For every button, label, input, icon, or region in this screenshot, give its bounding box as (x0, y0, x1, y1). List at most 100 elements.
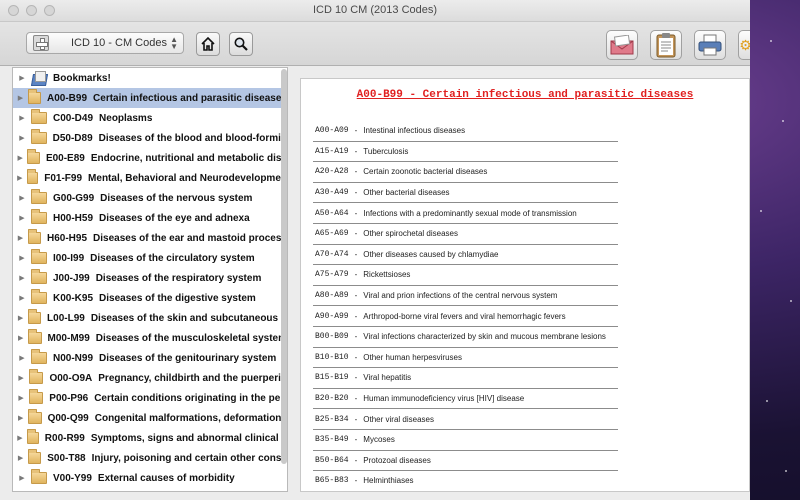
code-set-selector[interactable]: ICD 10 - CM Codes ▲ ▼ (26, 32, 184, 54)
sidebar-item[interactable]: ▶ N00-N99 Diseases of the genitourinary sy… (13, 348, 287, 368)
clipboard-button[interactable] (650, 30, 682, 60)
block-entry[interactable]: B35-B49- Mycoses (313, 430, 618, 451)
disclosure-triangle-icon[interactable]: ▶ (15, 414, 26, 422)
home-button[interactable] (196, 32, 220, 56)
block-entry[interactable]: B10-B10- Other human herpesviruses (313, 348, 618, 369)
block-entry[interactable]: A90-A99- Arthropod-borne viral fevers and… (313, 306, 618, 327)
block-entry[interactable]: B65-B83- Helminthiases (313, 471, 618, 491)
disclosure-triangle-icon[interactable]: ▶ (15, 214, 29, 222)
separator-dash: - (354, 394, 358, 404)
disclosure-triangle-icon[interactable]: ▶ (15, 234, 26, 242)
disclosure-triangle-icon[interactable]: ▶ (15, 94, 26, 102)
block-entry[interactable]: A70-A74- Other diseases caused by chlamyd… (313, 245, 618, 266)
disclosure-triangle-icon[interactable]: ▶ (15, 354, 29, 362)
toolbar: ICD 10 - CM Codes ▲ ▼ ⚙ (0, 22, 750, 66)
chapter-heading[interactable]: A00-B99 - Certain infectious and parasit… (301, 89, 749, 101)
folder-icon (29, 389, 44, 404)
separator-dash: - (354, 414, 358, 424)
block-entry[interactable]: A15-A19- Tuberculosis (313, 142, 618, 163)
sidebar-item[interactable]: ▶ Q00-Q99 Congenital malformations, deform… (13, 408, 287, 428)
star (790, 300, 792, 302)
disclosure-triangle-icon[interactable]: ▶ (15, 254, 29, 262)
sidebar-scrollbar[interactable] (280, 67, 288, 467)
sidebar-item[interactable]: ▶ J00-J99 Diseases of the respiratory syst… (13, 268, 287, 288)
star (770, 40, 772, 42)
disclosure-triangle-icon[interactable]: ▶ (15, 274, 29, 282)
sidebar-item[interactable]: ▶ C00-D49 Neoplasms (13, 108, 287, 128)
separator-dash: - (354, 167, 358, 177)
disclosure-triangle-icon[interactable]: ▶ (15, 434, 25, 442)
block-entry[interactable]: A30-A49- Other bacterial diseases (313, 183, 618, 204)
block-entry[interactable]: A00-A09- Intestinal infectious diseases (313, 121, 618, 142)
block-entry[interactable]: B25-B34- Other viral diseases (313, 409, 618, 430)
search-button[interactable] (229, 32, 253, 56)
sidebar-item[interactable]: ▶ H60-H95 Diseases of the ear and mastoid … (13, 228, 287, 248)
chapter-name: Diseases of the circulatory system (90, 252, 255, 264)
folder-icon (31, 349, 47, 364)
print-button[interactable] (694, 30, 726, 60)
sidebar-item[interactable]: ▶ H00-H59 Diseases of the eye and adnexa (13, 208, 287, 228)
disclosure-triangle-icon[interactable]: ▶ (15, 294, 29, 302)
gear-icon: ⚙ (739, 36, 750, 53)
block-entry[interactable]: B00-B09- Viral infections characterized b… (313, 327, 618, 348)
chapter-name: Diseases of the digestive system (99, 292, 256, 304)
folder-icon (31, 109, 47, 124)
block-entry[interactable]: A20-A28- Certain zoonotic bacterial disea… (313, 162, 618, 183)
disclosure-triangle-icon[interactable]: ▶ (15, 74, 29, 82)
block-entry[interactable]: A65-A69- Other spirochetal diseases (313, 224, 618, 245)
disclosure-triangle-icon[interactable]: ▶ (15, 454, 26, 462)
folder-icon (26, 169, 39, 184)
block-entry[interactable]: B15-B19- Viral hepatitis (313, 368, 618, 389)
block-entry[interactable]: A75-A79- Rickettsioses (313, 265, 618, 286)
disclosure-triangle-icon[interactable]: ▶ (15, 374, 27, 382)
disclosure-triangle-icon[interactable]: ▶ (15, 334, 26, 342)
folder-icon (28, 229, 41, 244)
disclosure-triangle-icon[interactable]: ▶ (15, 154, 25, 162)
sidebar-item[interactable]: ▶ I00-I99 Diseases of the circulatory syst… (13, 248, 287, 268)
chapter-name: Diseases of the blood and blood-formin (98, 132, 287, 144)
sidebar-item[interactable]: ▶ G00-G99 Diseases of the nervous system (13, 188, 287, 208)
block-entry[interactable]: B20-B20- Human immunodeficiency virus [HI… (313, 389, 618, 410)
folder-icon (28, 329, 42, 344)
folder-icon (31, 469, 47, 484)
settings-button[interactable]: ⚙ (738, 30, 750, 60)
block-code: B10-B10 (315, 352, 349, 362)
separator-dash: - (354, 208, 358, 218)
sidebar-item[interactable]: ▶ V00-Y99 External causes of morbidity (13, 468, 287, 488)
disclosure-triangle-icon[interactable]: ▶ (15, 114, 29, 122)
chapter-name: Diseases of the nervous system (100, 192, 253, 204)
block-entry[interactable]: A50-A64- Infections with a predominantly … (313, 203, 618, 224)
email-button[interactable] (606, 30, 638, 60)
block-entry[interactable]: A80-A89- Viral and prion infections of th… (313, 286, 618, 307)
sidebar-item[interactable]: ▶ O00-O9A Pregnancy, childbirth and the pu… (13, 368, 287, 388)
sidebar-item[interactable]: ▶ P00-P96 Certain conditions originating i… (13, 388, 287, 408)
disclosure-triangle-icon[interactable]: ▶ (15, 194, 29, 202)
disclosure-triangle-icon[interactable]: ▶ (15, 394, 27, 402)
sidebar-item[interactable]: ▶ L00-L99 Diseases of the skin and subcuta… (13, 308, 287, 328)
sidebar-item[interactable]: ▶ K00-K95 Diseases of the digestive system (13, 288, 287, 308)
sidebar-item[interactable]: ▶ S00-T88 Injury, poisoning and certain ot… (13, 448, 287, 468)
block-entry[interactable]: B50-B64- Protozoal diseases (313, 451, 618, 472)
separator-dash: - (354, 126, 358, 136)
disclosure-triangle-icon[interactable]: ▶ (15, 474, 29, 482)
sidebar-item[interactable]: ▶ D50-D89 Diseases of the blood and blood-… (13, 128, 287, 148)
separator-dash: - (354, 332, 358, 342)
chapter-name: Symptoms, signs and abnormal clinical a (90, 432, 287, 444)
disclosure-triangle-icon[interactable]: ▶ (15, 314, 26, 322)
block-name: Mycoses (363, 435, 395, 445)
disclosure-triangle-icon[interactable]: ▶ (15, 134, 29, 142)
bookmarks-row[interactable]: ▶ Bookmarks! (13, 68, 287, 88)
chapter-code: R00-R99 (44, 432, 85, 444)
block-code: B20-B20 (315, 394, 349, 404)
scrollbar-thumb[interactable] (281, 69, 287, 464)
sidebar-item[interactable]: ▶ F01-F99 Mental, Behavioral and Neurodeve… (13, 168, 287, 188)
sidebar-item[interactable]: ▶ E00-E89 Endocrine, nutritional and metab… (13, 148, 287, 168)
folder-icon (31, 249, 47, 264)
sidebar-item[interactable]: ▶ M00-M99 Diseases of the musculoskeletal … (13, 328, 287, 348)
block-code: A65-A69 (315, 229, 349, 239)
bookmarks-label: Bookmarks! (53, 72, 111, 84)
sidebar-item[interactable]: ▶ A00-B99 Certain infectious and parasitic… (13, 88, 287, 108)
chapter-code: M00-M99 (47, 332, 90, 344)
disclosure-triangle-icon[interactable]: ▶ (15, 174, 25, 182)
sidebar-item[interactable]: ▶ R00-R99 Symptoms, signs and abnormal cli… (13, 428, 287, 448)
